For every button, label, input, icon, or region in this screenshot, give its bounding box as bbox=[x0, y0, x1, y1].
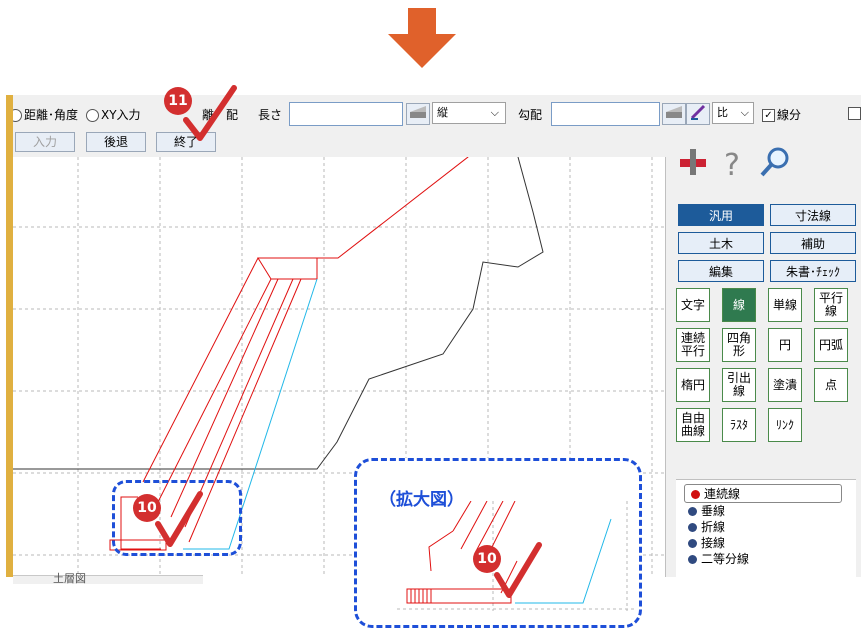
magnifier-icon[interactable] bbox=[758, 145, 792, 179]
svg-text:?: ? bbox=[724, 148, 740, 179]
subtype-perpendicular[interactable]: 垂線 bbox=[688, 502, 725, 519]
tool-fill[interactable]: 塗潰 bbox=[768, 368, 802, 402]
category-general[interactable]: 汎用 bbox=[678, 204, 764, 226]
help-icon[interactable]: ? bbox=[716, 145, 750, 179]
checkmark-icon bbox=[494, 542, 542, 598]
length-label: 長さ bbox=[258, 108, 283, 122]
dot-icon bbox=[688, 523, 697, 532]
tool-rectangle[interactable]: 四角形 bbox=[722, 328, 756, 362]
extra-checkbox[interactable] bbox=[848, 106, 861, 120]
tool-raster[interactable]: ﾗｽﾀ bbox=[722, 408, 756, 442]
tool-panel: ? 汎用 寸法線 土木 補助 編集 朱書･ﾁｪｯｸ 文字 線 単線 平行線 連続… bbox=[665, 147, 861, 578]
tool-line[interactable]: 線 bbox=[722, 288, 756, 322]
tool-parallel-line[interactable]: 平行線 bbox=[814, 288, 848, 322]
length-input[interactable] bbox=[289, 102, 403, 126]
ratio-select[interactable]: 比 ⌵ bbox=[712, 102, 754, 124]
tool-point[interactable]: 点 bbox=[814, 368, 848, 402]
ratio-value: 比 bbox=[717, 106, 728, 119]
subtype-bisector[interactable]: 二等分線 bbox=[688, 550, 749, 567]
tool-arc[interactable]: 円弧 bbox=[814, 328, 848, 362]
radio-distance-angle[interactable]: 距離･角度 bbox=[9, 106, 78, 123]
chevron-down-icon: ⌵ bbox=[740, 106, 749, 119]
slope-pick-button[interactable] bbox=[662, 103, 686, 125]
radio-icon bbox=[86, 109, 99, 122]
tool-freehand-curve[interactable]: 自由曲線 bbox=[676, 408, 710, 442]
slope-input[interactable] bbox=[551, 102, 660, 126]
slope-draw-button[interactable] bbox=[686, 103, 710, 125]
pin-icon[interactable] bbox=[676, 145, 710, 179]
segment-checkbox[interactable]: ✓ 線分 bbox=[762, 106, 801, 123]
orientation-select[interactable]: 縦 ⌵ bbox=[432, 102, 506, 124]
window-edge bbox=[6, 95, 13, 577]
radio-xy-input[interactable]: XY入力 bbox=[86, 106, 141, 123]
red-dot-icon bbox=[691, 490, 700, 499]
pen-icon bbox=[690, 104, 706, 120]
sheet-tab[interactable]: 土層図 bbox=[53, 570, 86, 586]
tool-ellipse[interactable]: 楕円 bbox=[676, 368, 710, 402]
dot-icon bbox=[688, 555, 697, 564]
subtype-continuous-line[interactable]: 連続線 bbox=[684, 484, 842, 503]
checkbox-icon bbox=[848, 107, 861, 120]
category-redline-check[interactable]: 朱書･ﾁｪｯｸ bbox=[770, 260, 856, 282]
subtype-tangent[interactable]: 接線 bbox=[688, 534, 725, 551]
sheet-tab-bar: 土層図 bbox=[13, 572, 203, 585]
tool-link[interactable]: ﾘﾝｸ bbox=[768, 408, 802, 442]
tool-continuous-parallel[interactable]: 連続平行 bbox=[676, 328, 710, 362]
dot-icon bbox=[688, 539, 697, 548]
chevron-down-icon: ⌵ bbox=[490, 106, 499, 119]
tool-single-line[interactable]: 単線 bbox=[768, 288, 802, 322]
line-subtype-list: 連続線 垂線 折線 接線 二等分線 bbox=[676, 479, 856, 578]
ruler-icon bbox=[410, 106, 426, 118]
tool-circle[interactable]: 円 bbox=[768, 328, 802, 362]
category-dimension[interactable]: 寸法線 bbox=[770, 204, 856, 226]
ruler-icon bbox=[666, 106, 682, 118]
category-auxiliary[interactable]: 補助 bbox=[770, 232, 856, 254]
checkmark-icon bbox=[155, 491, 203, 547]
back-button[interactable]: 後退 bbox=[86, 132, 146, 152]
checkmark-icon bbox=[183, 85, 237, 141]
slope-top-line bbox=[258, 157, 469, 259]
dot-icon bbox=[688, 507, 697, 516]
tool-text[interactable]: 文字 bbox=[676, 288, 710, 322]
length-pick-button[interactable] bbox=[406, 103, 430, 125]
orientation-value: 縦 bbox=[437, 106, 448, 119]
checkbox-checked-icon: ✓ bbox=[762, 109, 775, 122]
category-civil[interactable]: 土木 bbox=[678, 232, 764, 254]
tool-leader-line[interactable]: 引出線 bbox=[722, 368, 756, 402]
slope-label: 勾配 bbox=[518, 108, 543, 122]
input-button[interactable]: 入力 bbox=[15, 132, 75, 152]
subtype-polyline[interactable]: 折線 bbox=[688, 518, 725, 535]
zoom-callout: （拡大図） 10 bbox=[354, 458, 642, 628]
category-edit[interactable]: 編集 bbox=[678, 260, 764, 282]
down-arrow-icon bbox=[388, 8, 456, 68]
